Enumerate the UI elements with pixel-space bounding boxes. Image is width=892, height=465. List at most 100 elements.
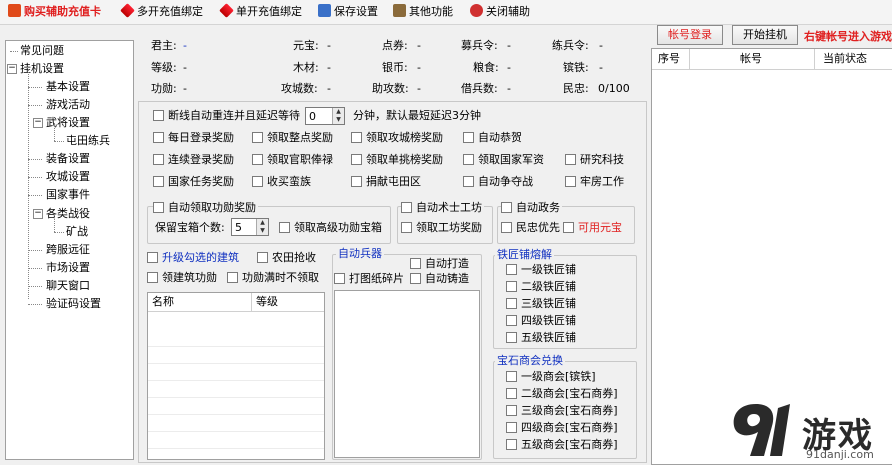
table-row[interactable] (148, 380, 324, 398)
hourly-reward-checkbox[interactable]: 领取整点奖励 (252, 130, 333, 146)
tree-item-hang[interactable]: 挂机设置 (20, 60, 64, 78)
smelt-level-5-checkbox[interactable]: 五级铁匠铺 (506, 330, 576, 346)
smelt-level-1-checkbox[interactable]: 一级铁匠铺 (506, 262, 576, 278)
other-functions-button[interactable]: 其他功能 (393, 4, 453, 20)
buy-card-button[interactable]: 购买辅助充值卡 (8, 4, 101, 20)
daily-login-checkbox[interactable]: 每日登录奖励 (153, 130, 234, 146)
tree-item-basic[interactable]: 基本设置 (46, 78, 90, 96)
auto-workshop-checkbox[interactable]: 自动术士工坊 (401, 200, 484, 216)
site-watermark: 游戏 91danji.com (726, 398, 892, 462)
reconnect-delay-spinner[interactable]: ▲▼ (305, 107, 345, 125)
gem-level-3-checkbox[interactable]: 三级商会[宝石商券] (506, 403, 618, 419)
column-header-account[interactable]: 帐号 (690, 49, 815, 69)
settings-tree: 常见问题 − 挂机设置 基本设置 游戏活动 − 武将设置 屯田练兵 装备设置 攻… (5, 40, 134, 460)
table-row[interactable] (148, 431, 324, 449)
tree-item-captcha[interactable]: 验证码设置 (46, 295, 101, 313)
logo-91-icon (733, 404, 790, 456)
gem-level-1-checkbox[interactable]: 一级商会[镔铁] (506, 369, 596, 385)
collapse-icon[interactable]: − (33, 209, 43, 219)
national-supply-checkbox[interactable]: 领取国家军资 (463, 152, 544, 168)
auto-merit-checkbox[interactable]: 自动领取功勋奖励 (153, 200, 258, 216)
assist-value: - (417, 82, 421, 95)
upgrade-building-checkbox[interactable]: 升级勾选的建筑 (147, 250, 239, 266)
tools-icon (393, 4, 406, 17)
auto-forge-checkbox[interactable]: 自动打造 (410, 256, 469, 272)
tree-item-nation[interactable]: 国家事件 (46, 186, 90, 204)
silver-label: 银币: (382, 61, 408, 74)
auto-congrats-checkbox[interactable]: 自动恭贺 (463, 130, 522, 146)
yuanbao-label: 元宝: (293, 39, 319, 52)
column-header-level[interactable]: 等级 (252, 293, 324, 311)
collapse-icon[interactable]: − (33, 118, 43, 128)
save-settings-button[interactable]: 保存设置 (318, 4, 378, 20)
level-value: - (183, 61, 187, 74)
table-row[interactable] (148, 346, 324, 364)
use-yuanbao-checkbox[interactable]: 可用元宝 (563, 220, 622, 236)
column-header-name[interactable]: 名称 (148, 293, 252, 311)
gem-level-4-checkbox[interactable]: 四级商会[宝石商券] (506, 420, 618, 436)
start-hang-button[interactable]: 开始挂机 (732, 25, 798, 45)
column-header-status[interactable]: 当前状态 (815, 49, 892, 69)
smelt-level-4-checkbox[interactable]: 四级铁匠铺 (506, 313, 576, 329)
table-row[interactable] (148, 397, 324, 415)
prison-work-checkbox[interactable]: 牢房工作 (565, 174, 624, 190)
high-box-checkbox[interactable]: 领取高级功勋宝箱 (279, 220, 382, 236)
salary-checkbox[interactable]: 领取官职俸禄 (252, 152, 333, 168)
gem-level-2-checkbox[interactable]: 二级商会[宝石商券] (506, 386, 618, 402)
duel-rank-checkbox[interactable]: 领取单挑榜奖励 (351, 152, 443, 168)
points-label: 点券: (382, 39, 408, 52)
weapon-list[interactable] (334, 290, 480, 458)
wood-value: - (327, 61, 331, 74)
table-row[interactable] (148, 329, 324, 347)
keep-box-spinner[interactable]: ▲▼ (231, 218, 269, 236)
tree-item-activity[interactable]: 游戏活动 (46, 96, 90, 114)
national-task-checkbox[interactable]: 国家任务奖励 (153, 174, 234, 190)
table-row[interactable] (148, 414, 324, 432)
bribe-barbarian-checkbox[interactable]: 收买蛮族 (252, 174, 311, 190)
tree-item-equip[interactable]: 装备设置 (46, 150, 90, 168)
borrow-label: 借兵数: (461, 82, 498, 95)
recruit-label: 募兵令: (461, 39, 498, 52)
account-login-button[interactable]: 帐号登录 (657, 25, 723, 45)
building-list[interactable]: 名称 等级 (147, 292, 325, 460)
tree-item-chat[interactable]: 聊天窗口 (46, 277, 90, 295)
smelt-level-2-checkbox[interactable]: 二级铁匠铺 (506, 279, 576, 295)
build-merit-checkbox[interactable]: 领建筑功勋 (147, 270, 217, 286)
spinner-arrows-icon[interactable]: ▲ ▼ (332, 108, 344, 124)
reconnect-delay-input[interactable] (306, 108, 334, 124)
fragments-checkbox[interactable]: 打图纸碎片 (334, 271, 404, 287)
auto-contest-checkbox[interactable]: 自动争夺战 (463, 174, 533, 190)
single-bind-button[interactable]: 单开充值绑定 (219, 3, 302, 20)
wood-label: 木材: (293, 61, 319, 74)
research-checkbox[interactable]: 研究科技 (565, 152, 624, 168)
column-header-no[interactable]: 序号 (652, 49, 690, 69)
farm-grab-checkbox[interactable]: 农田抢收 (257, 250, 316, 266)
tree-item-farm[interactable]: 屯田练兵 (66, 132, 110, 150)
continuous-login-checkbox[interactable]: 连续登录奖励 (153, 152, 234, 168)
multi-bind-button[interactable]: 多开充值绑定 (120, 3, 203, 20)
iron-label: 镔铁: (563, 61, 589, 74)
donate-farm-checkbox[interactable]: 捐献屯田区 (351, 174, 421, 190)
tree-item-cross[interactable]: 跨服远征 (46, 241, 90, 259)
workshop-reward-checkbox[interactable]: 领取工坊奖励 (401, 220, 482, 236)
account-list-header: 序号 帐号 当前状态 (652, 49, 892, 70)
tree-item-general[interactable]: 武将设置 (46, 114, 90, 132)
smelt-level-3-checkbox[interactable]: 三级铁匠铺 (506, 296, 576, 312)
merit-value: - (183, 82, 187, 95)
spinner-arrows-icon[interactable]: ▲ ▼ (256, 219, 268, 235)
tree-item-battle[interactable]: 各类战役 (46, 205, 90, 223)
tree-item-faq[interactable]: 常见问题 (20, 42, 64, 60)
gem-level-5-checkbox[interactable]: 五级商会[宝石商券] (506, 437, 618, 453)
close-assist-button[interactable]: 关闭辅助 (470, 4, 530, 20)
tree-item-market[interactable]: 市场设置 (46, 259, 90, 277)
tree-item-siege[interactable]: 攻城设置 (46, 168, 90, 186)
tree-item-mine[interactable]: 矿战 (66, 223, 88, 241)
auto-politics-checkbox[interactable]: 自动政务 (501, 200, 562, 216)
table-row[interactable] (148, 363, 324, 381)
auto-cast-checkbox[interactable]: 自动铸造 (410, 271, 469, 287)
collapse-icon[interactable]: − (7, 64, 17, 74)
siege-rank-checkbox[interactable]: 领取攻城榜奖励 (351, 130, 443, 146)
reconnect-checkbox[interactable]: 断线自动重连并且延迟等待 (153, 108, 300, 124)
people-first-checkbox[interactable]: 民忠优先 (501, 220, 560, 236)
merit-full-checkbox[interactable]: 功勋满时不领取 (227, 270, 319, 286)
